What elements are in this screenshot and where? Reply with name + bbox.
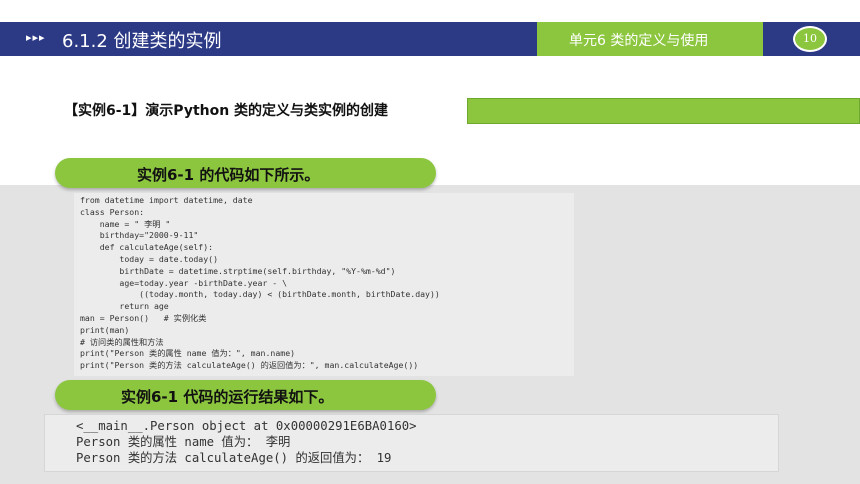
code-caption: 实例6-1 的代码如下所示。 — [137, 166, 320, 184]
code-line: from datetime import datetime, date — [80, 195, 253, 205]
code-line: print(man) — [80, 324, 130, 335]
result-line: Person 类的方法 calculateAge() 的返回值为： 19 — [76, 451, 392, 465]
unit-label: 单元6 类的定义与使用 — [569, 33, 709, 49]
code-line: birthDate = datetime.strptime(self.birth… — [80, 265, 396, 276]
section-title: 6.1.2 创建类的实例 — [62, 31, 222, 52]
code-line: print("Person 类的属性 name 值为：", man.name) — [80, 348, 296, 359]
title-accent-bar — [467, 98, 860, 124]
code-block: from datetime import datetime, date clas… — [80, 195, 440, 372]
code-line: ((today.month, today.day) < (birthDate.m… — [80, 289, 440, 300]
result-line: <__main__.Person object at 0x00000291E6B… — [76, 419, 417, 433]
unit-label-box: 单元6 类的定义与使用 — [537, 22, 763, 56]
code-line: name = " 李明 " — [80, 218, 171, 229]
code-line: # 访问类的属性和方法 — [80, 336, 164, 347]
instance-title: 【实例6-1】演示Python 类的定义与类实例的创建 — [64, 103, 389, 119]
code-line: man = Person() # 实例化类 — [80, 312, 207, 323]
code-line: def calculateAge(self): — [80, 242, 214, 253]
code-line: print("Person 类的方法 calculateAge() 的返回值为：… — [80, 360, 419, 371]
code-caption-pill: 实例6-1 的代码如下所示。 — [55, 158, 436, 188]
result-block: <__main__.Person object at 0x00000291E6B… — [76, 418, 417, 466]
code-line: today = date.today() — [80, 253, 219, 264]
triple-arrow-icon: ▸▸▸ — [26, 31, 46, 44]
page-number-badge: 10 — [793, 26, 827, 52]
page-number: 10 — [803, 32, 817, 45]
result-caption: 实例6-1 代码的运行结果如下。 — [121, 388, 334, 406]
result-caption-pill: 实例6-1 代码的运行结果如下。 — [55, 380, 436, 410]
code-line: class Person: — [80, 206, 145, 217]
code-line: return age — [80, 301, 169, 312]
code-line: birthday="2000-9-11" — [80, 230, 199, 241]
code-line: age=today.year -birthDate.year - \ — [80, 277, 288, 288]
result-line: Person 类的属性 name 值为： 李明 — [76, 435, 291, 449]
